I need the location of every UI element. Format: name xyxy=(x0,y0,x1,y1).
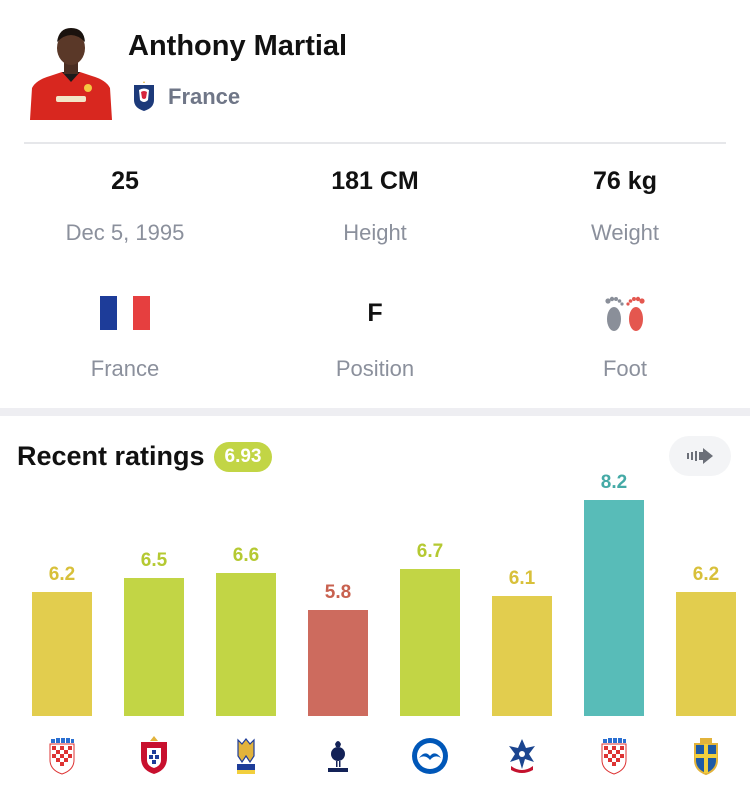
france-flag-icon xyxy=(0,294,250,332)
recent-ratings-title: Recent ratings xyxy=(17,441,205,471)
section-separator xyxy=(0,408,750,416)
average-rating-badge: 6.93 xyxy=(214,442,272,472)
feet-icon xyxy=(500,294,750,332)
rating-bar[interactable] xyxy=(32,592,92,716)
france-federation-icon[interactable] xyxy=(131,80,157,112)
arrow-right-icon xyxy=(687,448,713,464)
rating-bar-label: 6.1 xyxy=(508,568,536,589)
age-value: 25 xyxy=(111,167,139,195)
portugal-crest-icon[interactable] xyxy=(134,734,174,778)
height-cell: 181 CM Height xyxy=(250,164,500,246)
nationality-cell: France xyxy=(0,294,250,382)
height-value: 181 CM xyxy=(331,167,419,195)
player-avatar xyxy=(26,22,116,120)
rating-bar[interactable] xyxy=(216,573,276,716)
nationality-label: France xyxy=(90,356,160,381)
rating-bar[interactable] xyxy=(584,500,644,716)
player-header: Anthony Martial France xyxy=(0,0,750,142)
croatia-crest-icon[interactable] xyxy=(594,734,634,778)
rating-bar[interactable] xyxy=(124,578,184,716)
rating-bar[interactable] xyxy=(492,596,552,716)
rating-bar[interactable] xyxy=(400,569,460,716)
recent-ratings-chart: 6.2 6.5 6.6 5.8 6.7 6.1 8.2 6.2 xyxy=(0,472,750,796)
weight-cell: 76 kg Weight xyxy=(500,164,750,246)
position-value: F xyxy=(367,298,383,327)
position-label: Position xyxy=(335,356,415,381)
rating-bar-label: 6.2 xyxy=(692,564,720,585)
rating-bar[interactable] xyxy=(676,592,736,716)
rating-bar-label: 6.5 xyxy=(140,550,168,571)
sweden-crest-icon[interactable] xyxy=(686,734,726,778)
croatia-crest-icon[interactable] xyxy=(42,734,82,778)
rating-bar-label: 6.2 xyxy=(48,564,76,585)
foot-cell: Foot xyxy=(500,294,750,382)
player-info-grid: 25 Dec 5, 1995 181 CM Height 76 kg Weigh… xyxy=(0,144,750,408)
birthdate-label: Dec 5, 1995 xyxy=(65,220,185,245)
weight-label: Weight xyxy=(590,220,660,245)
crystal-palace-crest-icon[interactable] xyxy=(502,734,542,778)
rating-bar[interactable] xyxy=(308,610,368,716)
age-cell: 25 Dec 5, 1995 xyxy=(0,164,250,246)
rating-bar-label: 5.8 xyxy=(324,582,352,603)
more-ratings-button[interactable] xyxy=(669,436,731,476)
brighton-crest-icon[interactable] xyxy=(410,734,450,778)
height-label: Height xyxy=(343,220,407,245)
rating-bar-label: 6.7 xyxy=(416,541,444,562)
position-cell: F Position xyxy=(250,294,500,382)
player-name: Anthony Martial xyxy=(128,30,348,62)
ukraine-crest-icon[interactable] xyxy=(226,734,266,778)
tottenham-crest-icon[interactable] xyxy=(318,734,358,778)
foot-label: Foot xyxy=(602,356,648,381)
team-name[interactable]: France xyxy=(168,84,240,110)
rating-bar-label: 6.6 xyxy=(232,545,260,566)
rating-bar-label: 8.2 xyxy=(600,472,628,493)
weight-value: 76 kg xyxy=(593,167,657,195)
